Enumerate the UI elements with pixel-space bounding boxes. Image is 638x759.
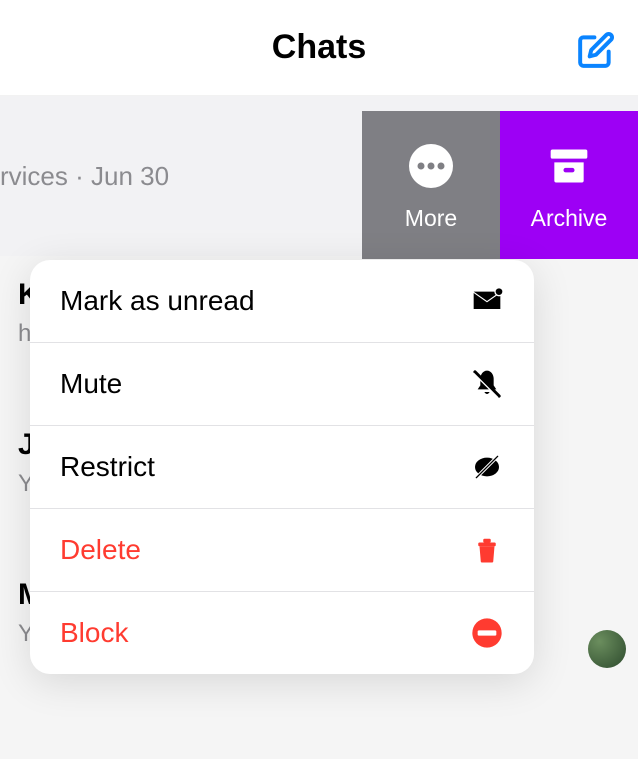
delete-label: Delete [60,534,141,566]
bell-slash-icon [470,367,504,401]
restrict-label: Restrict [60,451,155,483]
archive-icon [542,139,596,193]
mute-label: Mute [60,368,122,400]
restrict-icon [470,450,504,484]
more-action-button[interactable]: More [362,111,500,259]
mark-unread-label: Mark as unread [60,285,255,317]
chat-row-swiped[interactable]: rvices · Jun 30 More [0,96,638,256]
chat-list: rvices · Jun 30 More [0,96,638,256]
delete-button[interactable]: Delete [30,509,534,592]
archive-action-label: Archive [531,205,608,232]
block-icon [470,616,504,650]
header: Chats [0,0,638,96]
compose-button[interactable] [576,30,616,70]
restrict-button[interactable]: Restrict [30,426,534,509]
swipe-actions: More Archive [362,111,638,259]
block-label: Block [60,617,128,649]
context-menu: Mark as unread Mute Restrict [30,260,534,674]
mark-unread-button[interactable]: Mark as unread [30,260,534,343]
page-title: Chats [272,28,366,67]
compose-icon [577,31,615,69]
more-icon [404,139,458,193]
chat-preview-text: rvices · Jun 30 [0,161,169,192]
envelope-icon [470,284,504,318]
trash-icon [470,533,504,567]
block-button[interactable]: Block [30,592,534,674]
mute-button[interactable]: Mute [30,343,534,426]
avatar[interactable] [588,630,626,668]
archive-action-button[interactable]: Archive [500,111,638,259]
more-action-label: More [405,205,457,232]
